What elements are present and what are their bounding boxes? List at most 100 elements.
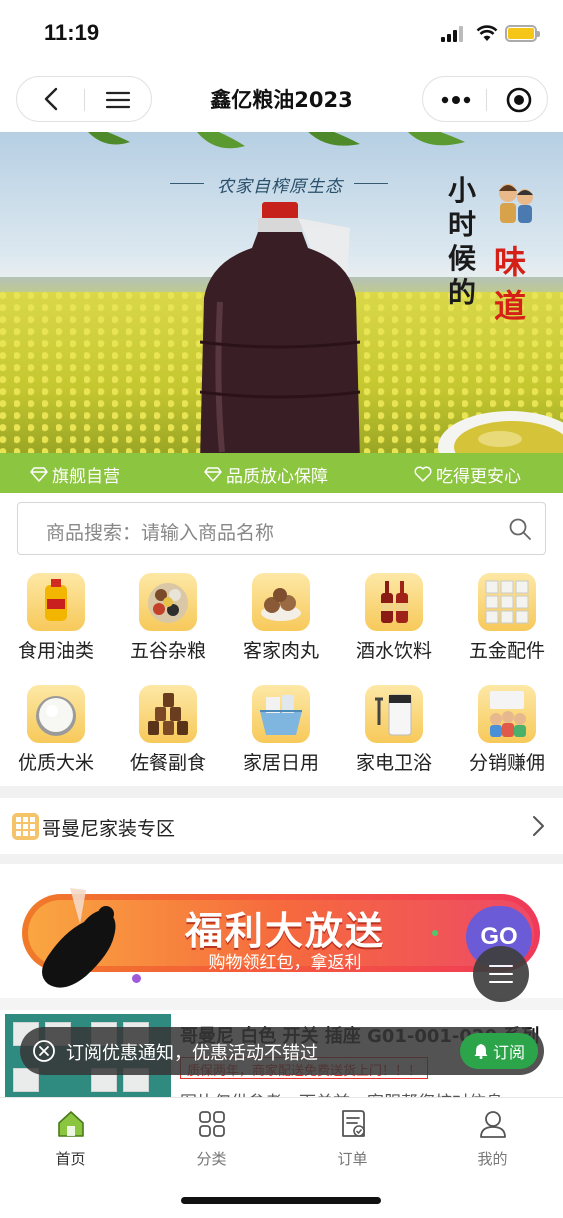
status-time: 11:19 [44,20,100,45]
trust-strip: 旗舰自营 品质放心保障 吃得更安心 [0,453,563,493]
hero-banner[interactable]: 农家自榨原生态 小时候的 味道 [0,132,563,453]
children-illustration [499,184,533,223]
promo-subtitle: 购物领红包，拿返利 [208,953,362,973]
category-item[interactable]: 酒水饮料 [338,570,450,670]
trust-item: 品质放心保障 [204,462,328,487]
meatball-icon [252,573,310,631]
battery-icon [505,25,540,42]
back-icon[interactable] [37,84,67,114]
category-label: 分销赚佣 [468,752,545,774]
banner-side-text: 小时候的 [448,174,477,309]
tab-label: 订单 [337,1150,368,1168]
grains-icon [139,573,197,631]
category-item[interactable]: 家电卫浴 [338,682,450,782]
wifi-icon [476,25,498,41]
cellular-signal-icon [441,26,467,42]
close-miniprogram-icon[interactable] [505,86,533,114]
category-label: 优质大米 [17,752,94,774]
category-label: 五金配件 [468,640,545,662]
nav-capsule-right [422,76,548,122]
banner-side-text-red: 味道 [494,243,527,325]
category-label: 五谷杂粮 [129,640,206,662]
search-placeholder: 商品搜索：请输入商品名称 [46,522,275,544]
user-icon [479,1111,506,1138]
order-icon [341,1110,365,1137]
category-item[interactable]: 食用油类 [0,570,112,670]
oil-bottle-image [200,202,360,453]
promo-dot [432,930,438,936]
zone-label: 哥曼尼家装专区 [42,818,176,840]
grid-icon [198,1111,225,1137]
promo-dot [132,974,141,983]
trust-item-label: 吃得更安心 [436,466,521,487]
more-icon[interactable] [439,91,473,109]
section-divider [0,998,563,1010]
section-divider [0,854,563,864]
oil-bottle-icon [27,573,85,631]
search-icon[interactable] [508,517,532,541]
search-input[interactable]: 商品搜索：请输入商品名称 [17,502,546,555]
trust-item-label: 品质放心保障 [226,466,328,487]
subscribe-bar: 订阅优惠通知，优惠活动不错过 订阅 [20,1027,544,1075]
rice-icon [27,685,85,743]
trust-item: 吃得更安心 [414,462,521,487]
water-purifier-icon [365,685,423,743]
tab-orders[interactable]: 订单 [282,1104,423,1170]
category-item[interactable]: 佐餐副食 [112,682,224,782]
tab-home[interactable]: 首页 [0,1104,141,1170]
category-item[interactable]: 优质大米 [0,682,112,782]
subscribe-button-label: 订阅 [492,1043,525,1062]
switch-panel-icon [478,573,536,631]
tab-label: 首页 [55,1150,86,1168]
banner-leaves-decoration [88,132,465,149]
tab-profile[interactable]: 我的 [422,1104,563,1170]
category-label: 食用油类 [17,640,94,662]
subscribe-button[interactable]: 订阅 [460,1033,538,1069]
tab-category[interactable]: 分类 [141,1104,282,1170]
section-divider [0,786,563,798]
banner-slogan: 农家自榨原生态 [217,177,343,197]
floating-menu-button[interactable] [473,946,529,1002]
category-label: 家电卫浴 [355,752,432,774]
zone-row-gemanni[interactable]: 哥曼尼家装专区 [0,798,563,854]
wine-icon [365,573,423,631]
category-item[interactable]: 五金配件 [451,570,563,670]
category-item[interactable]: 客家肉丸 [225,570,337,670]
category-item[interactable]: 五谷杂粮 [112,570,224,670]
close-icon[interactable] [32,1039,56,1063]
home-indicator[interactable] [181,1197,381,1204]
jars-icon [139,685,197,743]
nav-capsule-left [16,76,152,122]
page: 11:19 鑫亿粮油2023 农家自榨原生态 小时候的 味道 旗舰自营 品质放心… [0,0,563,1218]
hamburger-menu-icon [489,965,513,983]
promo-title: 福利大放送 [184,909,385,953]
hamburger-menu-icon[interactable] [103,85,133,115]
page-title: 鑫亿粮油2023 [210,88,353,112]
diamond-icon [30,467,48,482]
trust-item-label: 旗舰自营 [52,466,120,487]
tab-label: 分类 [196,1150,227,1168]
chevron-right-icon [533,816,544,836]
category-label: 酒水饮料 [355,640,432,662]
status-bar: 11:19 [0,0,563,68]
category-label: 客家肉丸 [242,640,319,662]
tab-label: 我的 [477,1150,508,1168]
subscribe-message: 订阅优惠通知，优惠活动不错过 [66,1043,318,1064]
heart-icon [414,466,432,482]
people-icon [478,685,536,743]
promo-bottle-graphic [42,888,116,988]
bell-icon [474,1044,488,1059]
home-icon [57,1111,84,1137]
capsule-divider [84,89,85,111]
category-label: 佐餐副食 [129,752,206,774]
category-item[interactable]: 家居日用 [225,682,337,782]
diamond-icon [204,467,222,482]
category-item[interactable]: 分销赚佣 [451,682,563,782]
oil-bowl-image [438,411,563,453]
trust-item: 旗舰自营 [30,462,120,487]
capsule-divider [486,89,487,111]
basket-icon [252,685,310,743]
nav-bar: 鑫亿粮油2023 [0,68,563,132]
grid-badge-icon [12,813,39,840]
category-label: 家居日用 [242,752,319,774]
